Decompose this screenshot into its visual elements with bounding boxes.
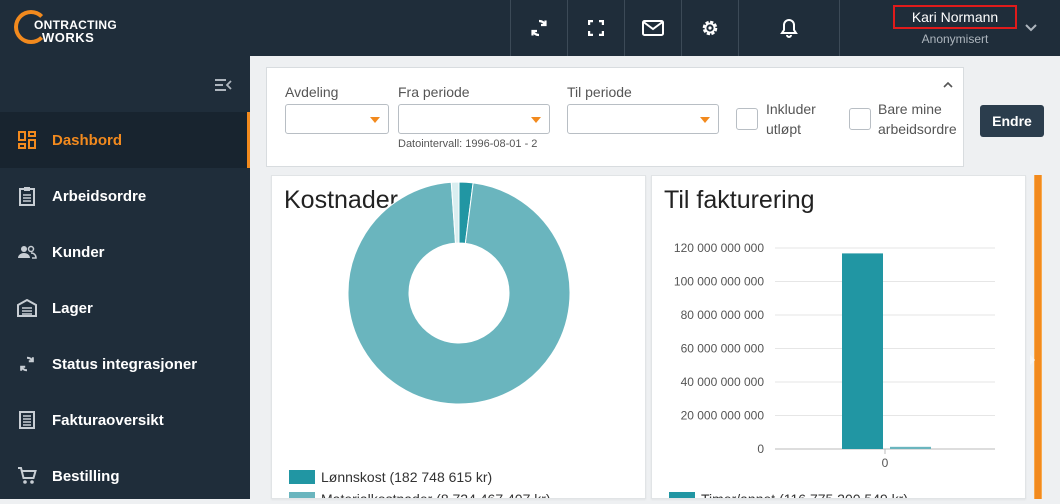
sidebar-item-bestilling[interactable]: Bestilling [0,448,250,504]
sidebar-item-status-integrasjoner[interactable]: Status integrasjoner [0,336,250,392]
sidebar-collapse-button[interactable] [214,78,232,97]
user-name[interactable]: Kari Normann [893,5,1017,29]
kostnader-donut-chart [347,181,571,405]
only-mine-label: Bare mine arbeidsordre [878,101,957,137]
panel-expand-arrow-icon[interactable] [1030,355,1035,365]
mail-icon [642,20,664,36]
user-subtitle: Anonymisert [921,32,989,46]
sync-icon [17,354,37,374]
dashboard-icon [17,130,37,150]
sidebar-item-label: Kunder [52,243,105,261]
fra-periode-select[interactable] [398,104,550,134]
bar-timer-annet[interactable] [842,253,883,449]
sidebar-item-label: Dashbord [52,131,123,149]
bar-series-2[interactable] [890,446,931,449]
x-tick-label: 0 [882,456,889,470]
til-fakturering-bar-chart: 0 20 000 000 000 40 000 000 000 60 000 000 … [674,241,995,470]
scrollbar-thumb[interactable] [1035,175,1041,499]
legend-swatch [669,492,695,498]
caret-down-icon [531,117,541,123]
y-tick-label: 80 000 000 000 [681,308,765,322]
toolbar-icons [510,0,840,56]
sidebar: Dashbord Arbeidsordre Kunder Lager Statu… [0,56,250,499]
sync-button[interactable] [510,0,567,56]
sidebar-item-label: Lager [52,299,93,317]
legend-label: Materialkostnader (8 724 467 407 kr) [321,491,551,499]
sidebar-item-arbeidsordre[interactable]: Arbeidsordre [0,168,250,224]
warehouse-icon [17,298,37,318]
til-periode-select[interactable] [567,104,719,134]
y-tick-label: 40 000 000 000 [681,375,765,389]
fullscreen-button[interactable] [567,0,624,56]
til-fakturering-card: Til fakturering 0 20 000 000 000 40 000 00… [651,175,1026,499]
clipboard-icon [17,186,37,206]
y-tick-label: 60 000 000 000 [681,342,765,356]
sidebar-item-lager[interactable]: Lager [0,280,250,336]
notifications-button[interactable] [738,0,840,56]
legend-label: Lønnskost (182 748 615 kr) [321,469,493,485]
only-mine-checkbox[interactable] [849,108,871,130]
chevron-up-icon [943,81,953,88]
legend-swatch [289,470,315,484]
sidebar-item-kunder[interactable]: Kunder [0,224,250,280]
sidebar-item-dashbord[interactable]: Dashbord [0,112,250,168]
y-tick-label: 0 [757,442,764,456]
til-periode-label: Til periode [567,84,632,100]
filter-collapse-button[interactable] [943,78,953,92]
sidebar-item-label: Bestilling [52,467,120,485]
include-expired-label: Inkluder utløpt [766,101,816,137]
include-expired-checkbox[interactable] [736,108,758,130]
legend-item[interactable]: Lønnskost (182 748 615 kr) [289,469,492,485]
chevron-down-icon [1025,24,1037,32]
top-bar: ONTRACTING WORKS Kari Normann Anonymiser… [0,0,1060,56]
customers-icon [17,242,37,262]
avdeling-label: Avdeling [285,84,339,100]
sidebar-item-label: Status integrasjoner [52,355,198,373]
kostnader-card: Kostnader Lønnskost (182 748 615 kr) Mat… [271,175,646,499]
settings-button[interactable] [681,0,738,56]
invoice-icon [17,410,37,430]
legend-item[interactable]: Materialkostnader (8 724 467 407 kr) [289,491,551,499]
logo[interactable]: ONTRACTING WORKS [14,10,124,46]
sync-icon [531,19,547,37]
sidebar-item-label: Fakturaoversikt [52,411,164,429]
endre-button[interactable]: Endre [980,105,1044,137]
sidebar-item-label: Arbeidsordre [52,187,147,205]
mail-button[interactable] [624,0,681,56]
caret-down-icon [370,117,380,123]
logo-line2: WORKS [42,30,95,45]
legend-label: Timer/annet (116 775 200 549 kr) [701,491,909,499]
user-menu-toggle[interactable] [1024,20,1038,38]
y-tick-label: 120 000 000 000 [674,241,764,255]
legend-swatch [289,492,315,498]
fullscreen-icon [588,20,604,36]
bell-icon [780,18,798,38]
cart-icon [17,466,37,486]
collapse-menu-icon [215,79,232,91]
fra-periode-label: Fra periode [398,84,470,100]
scrollbar[interactable] [1034,175,1042,499]
date-interval-hint: Datointervall: 1996-08-01 - 2 [398,138,538,150]
sidebar-item-fakturaoversikt[interactable]: Fakturaoversikt [0,392,250,448]
y-tick-label: 20 000 000 000 [681,409,765,423]
avdeling-select[interactable] [285,104,389,134]
y-tick-label: 100 000 000 000 [674,275,764,289]
legend-item[interactable]: Timer/annet (116 775 200 549 kr) [669,491,909,499]
gear-icon [702,20,718,36]
caret-down-icon [700,117,710,123]
